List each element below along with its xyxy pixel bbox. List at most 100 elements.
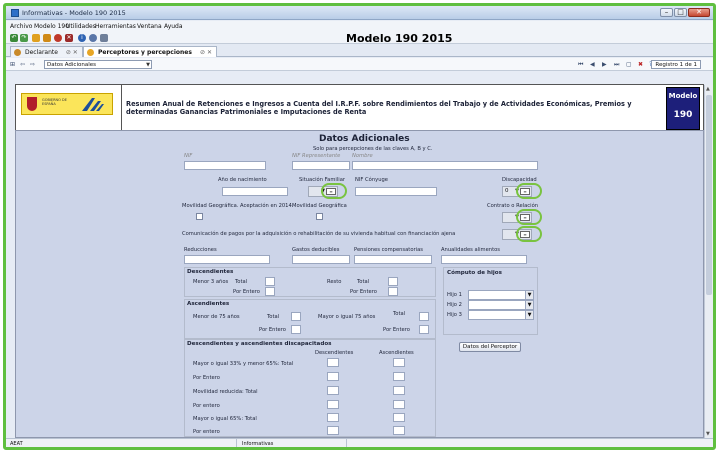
menor3-entero-label: Por Entero [233,289,260,295]
situacion-familiar-select[interactable]: ▼ ≡ [308,186,338,197]
menu-modelo[interactable]: Modelo 190 [34,23,69,30]
contrato-select[interactable]: ▼ ≡ [502,212,532,223]
chevron-down-icon: ▼ [525,291,533,299]
menu-archivo[interactable]: Archivo [10,23,32,30]
delete-record-icon[interactable]: ✖ [638,61,643,68]
resto-entero-label: Por Entero [350,289,377,295]
chevron-down-icon: ▼ [525,311,533,319]
hijo2-select[interactable]: ▼ [468,300,534,310]
menor3-label: Menor 3 años [193,279,229,285]
disc-desc-field[interactable] [327,426,339,435]
menu-utilidades[interactable]: Utilidades [66,23,96,30]
people-icon [87,49,94,56]
anualidades-field[interactable] [441,255,527,264]
nif-representante-field[interactable] [292,161,350,170]
movilidad-aceptacion-checkbox[interactable] [196,213,203,220]
scroll-thumb[interactable] [706,95,712,295]
menor3-total-label: Total [235,279,248,285]
disc-asc-field[interactable] [393,386,405,395]
tab-perceptores[interactable]: Perceptores y percepciones ⊘ ✕ [83,46,217,57]
discapacidad-select[interactable]: 0 ▼ ≡ [502,186,532,197]
resto-label: Resto [327,279,342,285]
list-icon: ≡ [520,188,530,195]
minimize-button[interactable]: – [660,8,673,17]
hijo2-label: Hijo 2 [447,302,462,308]
menu-ventana[interactable]: Ventana [137,23,162,30]
first-record-icon[interactable]: ⏮ [578,61,583,69]
navigation-bar: ⊞ ⇦ ⇨ Datos Adicionales ▼ ⏮ ◀ ▶ ⏭ ▢ ✖ ? … [6,58,713,71]
disc-asc-field[interactable] [393,400,405,409]
menor75-total-field[interactable] [291,312,301,321]
reducciones-field[interactable] [184,255,270,264]
descendientes-section: Descendientes Menor 3 años Total Por Ent… [184,267,436,297]
title-bar: Informativas - Modelo 190 2015 – □ ✕ [6,6,713,20]
tab-close-icon[interactable]: ⊘ ✕ [200,49,212,56]
disc-desc-field[interactable] [327,400,339,409]
disc-desc-field[interactable] [327,358,339,367]
menor75-entero-field[interactable] [291,325,301,334]
pensiones-field[interactable] [354,255,432,264]
prev-record-icon[interactable]: ◀ [590,61,595,68]
nombre-field[interactable] [352,161,538,170]
gastos-field[interactable] [292,255,350,264]
comunicacion-select[interactable]: ▼ ≡ [502,229,532,240]
maximize-button[interactable]: □ [674,8,687,17]
mayor75-total-field[interactable] [419,312,429,321]
stop-icon[interactable] [54,34,62,42]
menor3-total-field[interactable] [265,277,275,286]
window-title: Informativas - Modelo 190 2015 [22,9,126,17]
resto-total-field[interactable] [388,277,398,286]
menu-herramientas[interactable]: Herramientas [95,23,136,30]
anio-nacimiento-field[interactable] [222,187,288,196]
disc-desc-field[interactable] [327,413,339,422]
tree-icon[interactable]: ⊞ [10,61,15,68]
vertical-scrollbar[interactable]: ▲ ▼ [704,85,713,438]
computo-title: Cómputo de hijos [447,270,502,276]
print-icon[interactable] [100,34,108,42]
disc-row-label: Por entero [193,429,220,435]
tab-close-icon[interactable]: ⊘ ✕ [66,49,78,56]
mayor75-entero-field[interactable] [419,325,429,334]
col-descendientes-header: Descendientes [315,350,354,356]
back-arrow-icon[interactable]: ↶ [10,34,18,42]
nif-field[interactable] [184,161,266,170]
disc-row-label: Mayor o igual 33% y menor 65%: Total [193,361,294,367]
delete-icon[interactable]: ✕ [65,34,73,42]
section-combo-value: Datos Adicionales [47,62,96,68]
resto-entero-field[interactable] [388,287,398,296]
nav-forward-icon[interactable]: ⇨ [30,61,35,68]
disc-desc-field[interactable] [327,372,339,381]
new-record-icon[interactable]: ▢ [626,61,632,68]
menor3-entero-field[interactable] [265,287,275,296]
hijo1-select[interactable]: ▼ [468,290,534,300]
disc-asc-field[interactable] [393,426,405,435]
menu-ayuda[interactable]: Ayuda [164,23,183,30]
settings-icon[interactable] [89,34,97,42]
last-record-icon[interactable]: ⏭ [614,61,619,69]
descendientes-title: Descendientes [187,269,234,275]
datos-perceptor-button[interactable]: Datos del Perceptor [459,342,521,352]
hijo3-select[interactable]: ▼ [468,310,534,320]
section-combo[interactable]: Datos Adicionales ▼ [44,60,152,69]
folder-open-icon[interactable] [32,34,40,42]
save-icon[interactable] [43,34,51,42]
reducciones-label: Reducciones [184,247,217,253]
movilidad-checkbox[interactable] [316,213,323,220]
next-record-icon[interactable]: ▶ [602,61,607,68]
disc-asc-field[interactable] [393,413,405,422]
scroll-down-icon[interactable]: ▼ [706,431,710,437]
disc-asc-field[interactable] [393,372,405,381]
disc-desc-field[interactable] [327,386,339,395]
nav-back-icon[interactable]: ⇦ [20,61,25,68]
close-button[interactable]: ✕ [688,8,710,17]
tab-declarante[interactable]: Declarante ⊘ ✕ [10,46,83,57]
disc-asc-field[interactable] [393,358,405,367]
discapacitados-title: Descendientes y ascendientes discapacita… [187,341,332,347]
tab-label: Declarante [25,49,58,56]
info-icon[interactable]: i [78,34,86,42]
scroll-up-icon[interactable]: ▲ [706,86,710,92]
forward-arrow-icon[interactable]: ↷ [20,34,28,42]
nif-conyuge-field[interactable] [355,187,437,196]
record-counter: Registro 1 de 1 [651,60,701,69]
model-badge-label: Modelo [668,92,698,100]
